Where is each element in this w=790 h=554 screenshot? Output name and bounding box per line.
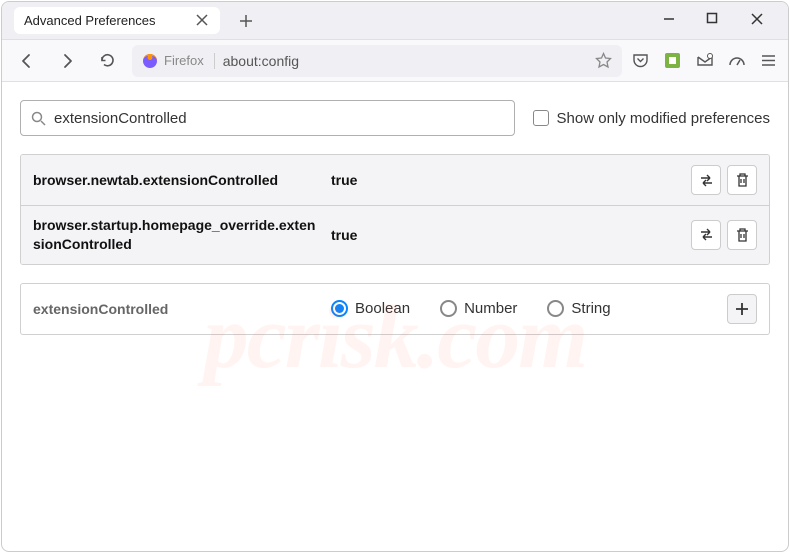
dashboard-icon[interactable]: [728, 52, 746, 70]
radio-number[interactable]: Number: [440, 300, 517, 317]
bookmark-star-icon[interactable]: [595, 52, 612, 69]
tab-title: Advanced Preferences: [24, 13, 156, 28]
radio-input[interactable]: [331, 300, 348, 317]
checkbox-label-text: Show only modified preferences: [557, 110, 770, 127]
minimize-button[interactable]: [662, 12, 680, 30]
modified-only-checkbox-label[interactable]: Show only modified preferences: [533, 110, 770, 127]
identity-label: Firefox: [164, 53, 204, 68]
pref-name: browser.newtab.extensionControlled: [33, 171, 331, 190]
add-button[interactable]: [727, 294, 757, 324]
pref-value: true: [331, 172, 691, 188]
pref-value: true: [331, 227, 691, 243]
delete-button[interactable]: [727, 165, 757, 195]
reload-button[interactable]: [92, 46, 122, 76]
radio-string[interactable]: String: [547, 300, 610, 317]
search-box[interactable]: [20, 100, 515, 136]
titlebar: Advanced Preferences: [2, 2, 788, 40]
search-row: Show only modified preferences: [20, 100, 770, 136]
close-window-button[interactable]: [750, 12, 768, 30]
pref-actions: [691, 165, 757, 195]
new-tab-button[interactable]: [232, 7, 260, 35]
new-pref-row: extensionControlled Boolean Number Strin…: [20, 283, 770, 335]
maximize-button[interactable]: [706, 12, 724, 30]
radio-input[interactable]: [440, 300, 457, 317]
search-icon: [31, 111, 46, 126]
radio-label: Boolean: [355, 300, 410, 317]
pocket-icon[interactable]: [632, 52, 650, 70]
search-input[interactable]: [54, 110, 504, 127]
browser-window: Advanced Preferences: [1, 1, 789, 552]
radio-label: Number: [464, 300, 517, 317]
modified-only-checkbox[interactable]: [533, 110, 549, 126]
pref-actions: [691, 220, 757, 250]
close-tab-icon[interactable]: [196, 14, 210, 28]
url-text: about:config: [223, 53, 587, 69]
forward-button[interactable]: [52, 46, 82, 76]
preferences-table: browser.newtab.extensionControlled true …: [20, 154, 770, 265]
window-controls: [662, 12, 780, 30]
toggle-button[interactable]: [691, 220, 721, 250]
back-button[interactable]: [12, 46, 42, 76]
extension-icon[interactable]: [664, 52, 682, 70]
pref-row: browser.startup.homepage_override.extens…: [21, 205, 769, 264]
firefox-icon: [142, 53, 158, 69]
menu-button[interactable]: [760, 52, 778, 70]
type-radio-group: Boolean Number String: [331, 300, 721, 317]
new-pref-name: extensionControlled: [33, 301, 331, 317]
delete-button[interactable]: [727, 220, 757, 250]
url-bar[interactable]: Firefox about:config: [132, 45, 622, 77]
browser-tab[interactable]: Advanced Preferences: [14, 7, 220, 34]
pref-row: browser.newtab.extensionControlled true: [21, 155, 769, 205]
identity-box[interactable]: Firefox: [142, 53, 215, 69]
content-area: Show only modified preferences browser.n…: [2, 82, 788, 551]
mail-icon[interactable]: [696, 52, 714, 70]
toolbar: Firefox about:config: [2, 40, 788, 82]
radio-input[interactable]: [547, 300, 564, 317]
toolbar-right: [632, 52, 778, 70]
pref-name: browser.startup.homepage_override.extens…: [33, 216, 331, 254]
radio-label: String: [571, 300, 610, 317]
toggle-button[interactable]: [691, 165, 721, 195]
radio-boolean[interactable]: Boolean: [331, 300, 410, 317]
